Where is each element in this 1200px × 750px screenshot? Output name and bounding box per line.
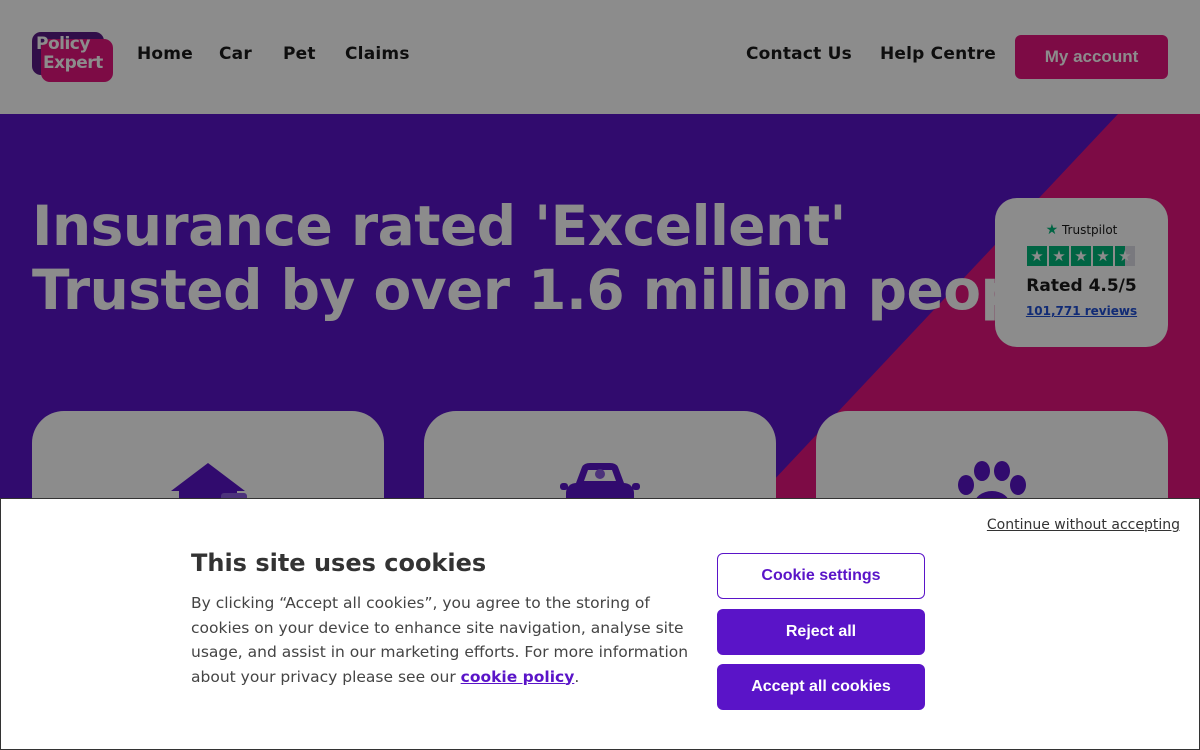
continue-without-accepting-link[interactable]: Continue without accepting <box>987 517 1180 533</box>
reject-all-button[interactable]: Reject all <box>717 609 925 655</box>
cookie-banner: Continue without accepting This site use… <box>0 498 1200 750</box>
cookie-body-text: By clicking “Accept all cookies”, you ag… <box>191 594 689 686</box>
cookie-description: By clicking “Accept all cookies”, you ag… <box>191 591 701 689</box>
accept-all-cookies-button[interactable]: Accept all cookies <box>717 664 925 710</box>
cookie-period: . <box>574 667 580 686</box>
cookie-title: This site uses cookies <box>191 549 487 577</box>
cookie-settings-button[interactable]: Cookie settings <box>717 553 925 599</box>
cookie-policy-link[interactable]: cookie policy <box>461 668 575 686</box>
